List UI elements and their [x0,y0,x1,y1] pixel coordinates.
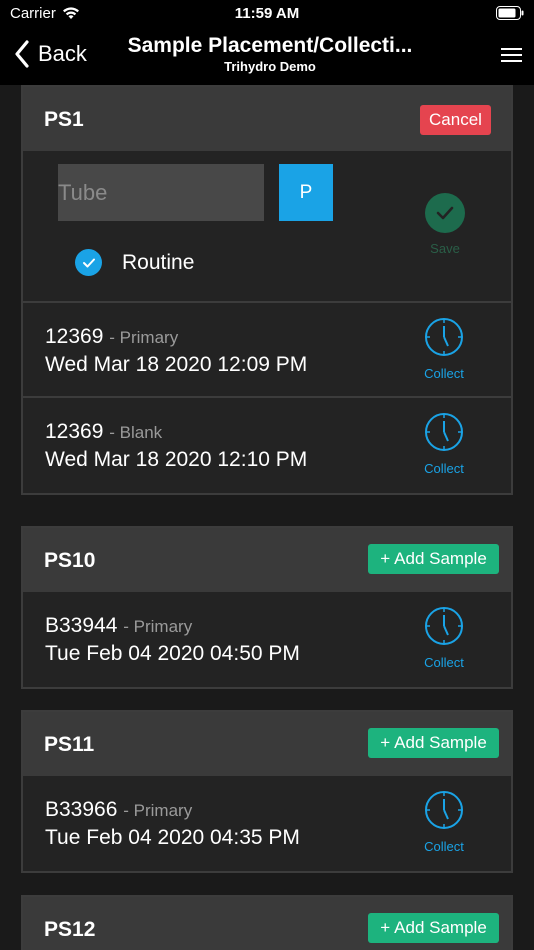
card-header: PS11 + Add Sample [23,712,511,776]
save-check-icon [425,193,465,233]
ps1-card: PS1 Cancel P Routine Save 12369 - Pr [21,85,513,495]
sample-row: 12369 - Blank Wed Mar 18 2020 12:10 PM C… [23,398,511,493]
ps11-card: PS11 + Add Sample B33966 - Primary Tue F… [21,710,513,873]
back-button[interactable]: Back [14,40,87,68]
add-sample-button[interactable]: + Add Sample [368,544,499,574]
clock-icon [425,791,463,829]
add-sample-button[interactable]: + Add Sample [368,913,499,943]
add-sample-label: Add Sample [394,549,487,568]
sample-id-line: B33944 - Primary [45,614,192,638]
card-title: PS11 [44,733,95,756]
sample-row: 12369 - Primary Wed Mar 18 2020 12:09 PM… [23,303,511,398]
sample-type: - Blank [109,423,163,442]
save-label: Save [430,241,460,256]
collect-button[interactable]: Collect [411,317,477,381]
sample-id-line: 12369 - Primary [45,325,178,349]
card-title: PS10 [44,549,96,572]
collect-label: Collect [424,461,464,476]
sample-type: - Primary [109,328,179,347]
clock-icon [425,413,463,451]
plus-icon: + [380,733,391,752]
sample-id-line: 12369 - Blank [45,420,162,444]
clock-icon [425,318,463,356]
card-title: PS12 [44,918,96,941]
sample-entry-form: P Routine Save [23,151,511,303]
sample-id-line: B33966 - Primary [45,798,192,822]
checkmark-icon[interactable] [75,249,102,276]
sample-date: Wed Mar 18 2020 12:10 PM [45,448,308,471]
sample-row: B33966 - Primary Tue Feb 04 2020 04:35 P… [23,776,511,871]
routine-label: Routine [122,250,195,274]
cancel-button[interactable]: Cancel [420,105,491,135]
collect-button[interactable]: Collect [411,412,477,476]
card-title: PS1 [44,108,84,131]
ps12-card: PS12 + Add Sample [21,895,513,950]
plus-icon: + [380,918,391,937]
sample-id: B33944 [45,614,118,637]
card-header: PS1 Cancel [23,87,511,151]
add-sample-button[interactable]: + Add Sample [368,728,499,758]
save-button[interactable]: Save [415,193,475,256]
collect-button[interactable]: Collect [411,790,477,854]
card-header: PS10 + Add Sample [23,528,511,592]
sample-type: - Primary [123,801,193,820]
sample-date: Tue Feb 04 2020 04:35 PM [45,826,300,849]
navigation-bar: Back Sample Placement/Collecti... Trihyd… [0,30,534,85]
sample-row: B33944 - Primary Tue Feb 04 2020 04:50 P… [23,592,511,687]
sample-id: B33966 [45,798,118,821]
routine-option[interactable]: Routine [75,249,194,276]
chevron-left-icon [15,40,29,68]
add-sample-label: Add Sample [394,918,487,937]
clock-icon [425,607,463,645]
battery-icon [496,6,524,24]
back-label: Back [38,41,87,66]
card-header: PS12 + Add Sample [23,897,511,950]
sample-date: Tue Feb 04 2020 04:50 PM [45,642,300,665]
sample-id: 12369 [45,420,104,443]
plus-icon: + [380,549,391,568]
sample-type: - Primary [123,617,193,636]
collect-label: Collect [424,366,464,381]
status-time: 11:59 AM [234,5,300,22]
content-scroll[interactable]: PS1 Cancel P Routine Save 12369 - Pr [0,85,534,950]
page-title: Sample Placement/Collecti... [127,34,413,57]
sample-date: Wed Mar 18 2020 12:09 PM [45,353,308,376]
status-bar: Carrier 11:59 AM [0,0,534,30]
collect-label: Collect [424,839,464,854]
sample-id: 12369 [45,325,104,348]
p-button[interactable]: P [279,164,333,221]
add-sample-label: Add Sample [394,733,487,752]
page-subtitle: Trihydro Demo [224,59,316,74]
ps10-card: PS10 + Add Sample B33944 - Primary Tue F… [21,526,513,689]
collect-button[interactable]: Collect [411,606,477,670]
hamburger-menu-icon[interactable] [501,48,522,66]
collect-label: Collect [424,655,464,670]
tube-input[interactable] [58,164,264,221]
